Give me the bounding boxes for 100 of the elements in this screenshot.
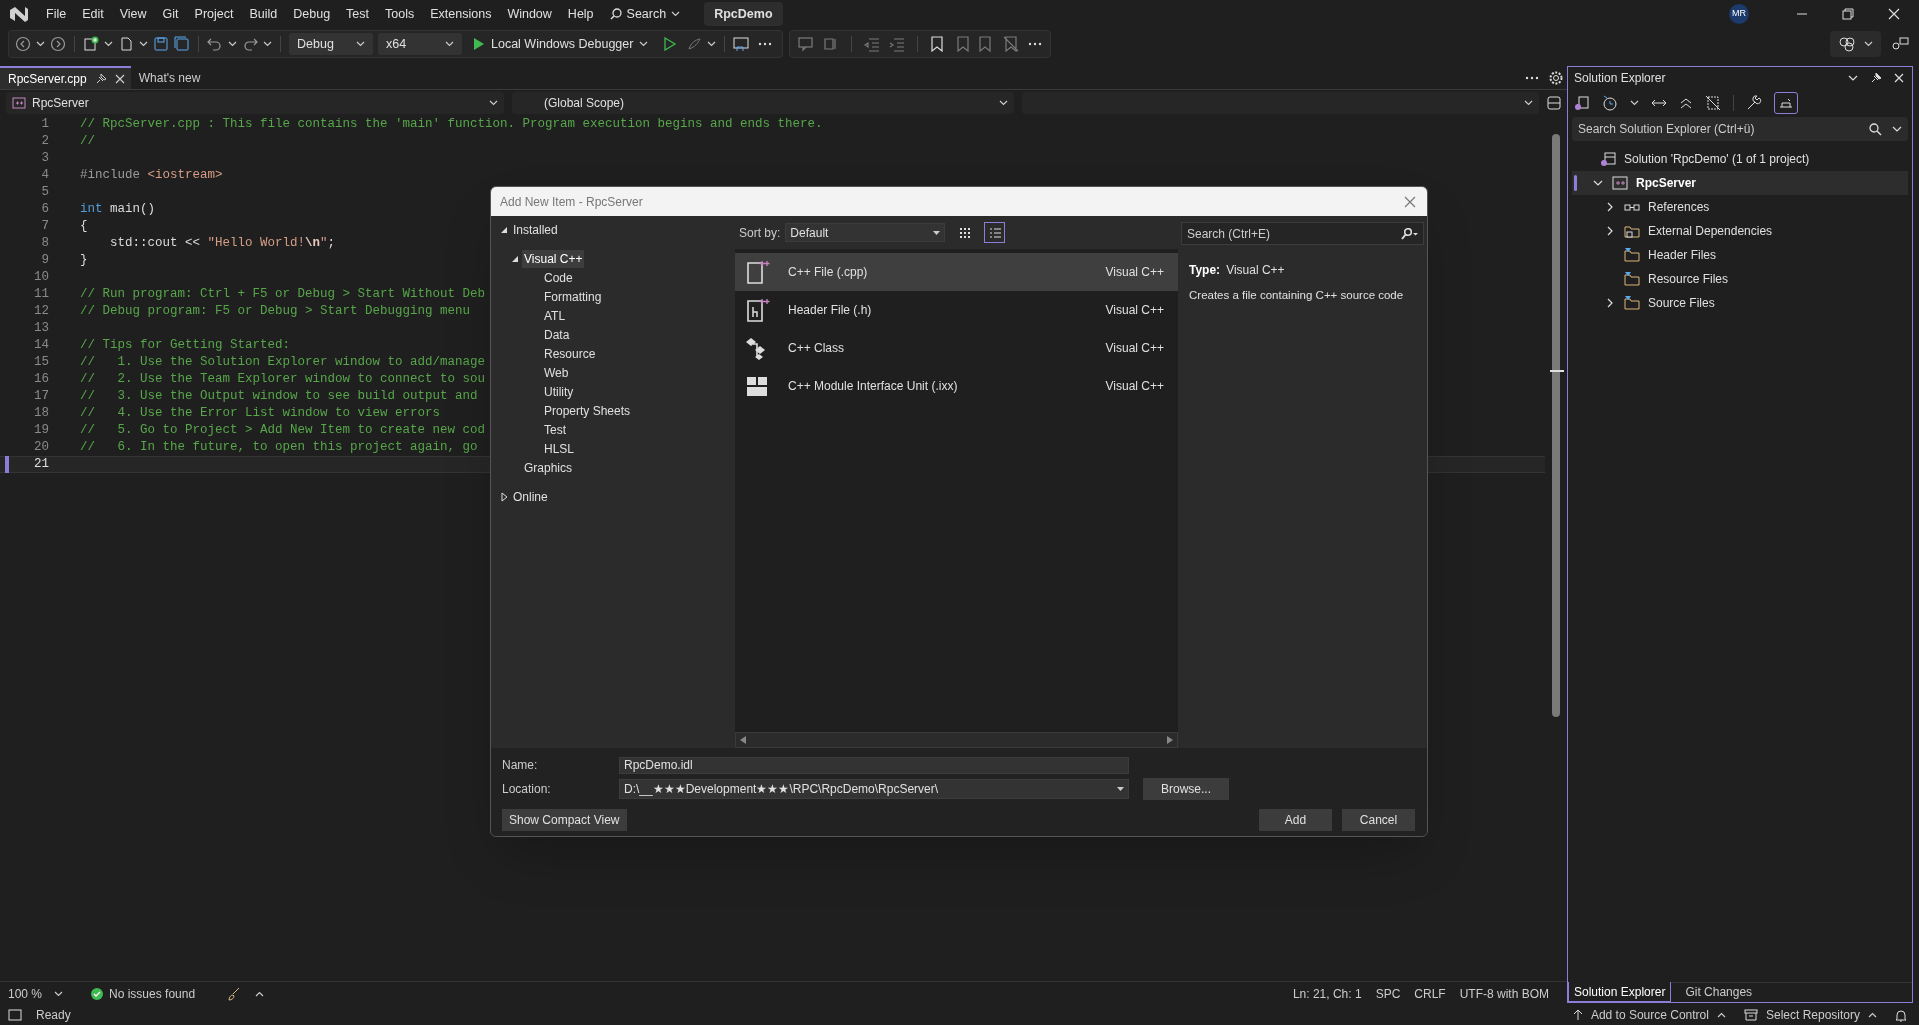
caret-icon[interactable] — [356, 41, 365, 47]
more-icon[interactable] — [1525, 75, 1539, 80]
file-encoding[interactable]: UTF-8 with BOM — [1459, 984, 1549, 1003]
outdent-icon[interactable] — [864, 36, 881, 52]
back-icon[interactable] — [15, 36, 31, 52]
category-item[interactable]: Web — [542, 363, 571, 382]
menu-item[interactable]: Test — [338, 4, 378, 24]
template-item[interactable]: C++ File (.cpp) Visual C++ — [735, 253, 1178, 291]
indent-icon[interactable] — [889, 36, 906, 52]
menu-item[interactable]: Extensions — [422, 4, 500, 24]
configuration-dropdown[interactable]: Debug — [289, 33, 373, 55]
repository-button[interactable]: Select Repository — [1743, 1006, 1877, 1024]
run-without-debugging-icon[interactable] — [663, 37, 678, 51]
caret-icon[interactable] — [707, 41, 717, 47]
save-all-icon[interactable] — [174, 36, 190, 52]
feedback-icon[interactable] — [1891, 36, 1909, 52]
pin-icon[interactable] — [1870, 72, 1882, 84]
more-icon[interactable] — [1028, 42, 1043, 46]
scope-dropdown[interactable]: (Global Scope) — [512, 92, 1014, 114]
menu-item[interactable]: Project — [186, 4, 242, 24]
search-field[interactable]: Search (Ctrl+E) — [1181, 222, 1424, 245]
tree-item[interactable]: Resource Files — [1572, 267, 1908, 291]
caret-icon[interactable] — [639, 41, 649, 47]
project-dropdown[interactable]: RpcServer — [6, 92, 504, 114]
caret-icon[interactable] — [445, 41, 454, 47]
add-button[interactable]: Add — [1259, 809, 1332, 831]
start-debugging-button[interactable]: Local Windows Debugger — [467, 33, 655, 55]
caret-icon[interactable] — [54, 990, 64, 997]
cursor-position[interactable]: Ln: 21, Ch: 1 — [1292, 984, 1362, 1003]
search-field[interactable]: Search Solution Explorer (Ctrl+ü) — [1572, 117, 1908, 141]
caret-icon[interactable] — [36, 41, 45, 47]
search-menu[interactable]: Search — [601, 4, 689, 24]
undo-icon[interactable] — [207, 36, 223, 52]
category-item[interactable]: Visual C++ — [522, 249, 585, 268]
save-icon[interactable] — [153, 36, 169, 52]
horizontal-scrollbar[interactable] — [735, 732, 1178, 748]
list-view-button[interactable] — [984, 222, 1006, 243]
menu-item[interactable]: Git — [154, 4, 187, 24]
preview-button[interactable] — [1774, 92, 1798, 114]
category-item[interactable]: Graphics — [522, 458, 575, 477]
browse-button[interactable]: Browse... — [1143, 778, 1229, 800]
category-item[interactable]: Data — [542, 325, 572, 344]
panel-tab[interactable]: Solution Explorer — [1568, 982, 1672, 1002]
browser-link-icon[interactable] — [733, 36, 750, 52]
category-item[interactable]: HLSL — [542, 439, 577, 458]
search-input[interactable]: Search (Ctrl+E) — [1187, 224, 1400, 243]
tree-item[interactable]: Solution 'RpcDemo' (1 of 1 project) — [1572, 147, 1908, 171]
menu-item[interactable]: Build — [241, 4, 286, 24]
user-avatar[interactable]: MR — [1729, 4, 1749, 24]
caret-icon[interactable] — [671, 11, 681, 17]
menu-item[interactable]: Window — [499, 4, 560, 24]
category-item[interactable]: Online — [511, 487, 550, 506]
bookmark-icon[interactable] — [930, 36, 945, 52]
template-item[interactable]: Header File (.h) Visual C++ — [735, 291, 1178, 329]
template-item[interactable]: C++ Module Interface Unit (.ixx) Visual C++ — [735, 367, 1178, 405]
line-endings[interactable]: CRLF — [1414, 984, 1446, 1003]
cancel-button[interactable]: Cancel — [1342, 809, 1415, 831]
search-input[interactable]: Search Solution Explorer (Ctrl+ü) — [1578, 120, 1869, 138]
tree-item[interactable]: Header Files — [1572, 243, 1908, 267]
split-window-icon[interactable] — [1547, 96, 1561, 110]
sync-icon[interactable] — [1651, 98, 1667, 108]
copilot-button[interactable] — [1830, 31, 1881, 57]
caret-icon[interactable] — [104, 41, 113, 47]
source-control-button[interactable]: Add to Source Control — [1572, 1006, 1726, 1024]
caret-icon[interactable] — [489, 100, 498, 106]
collapsed-arrow-icon[interactable] — [499, 491, 509, 502]
forward-icon[interactable] — [50, 36, 66, 52]
close-icon[interactable] — [114, 73, 125, 84]
category-item[interactable]: Utility — [542, 382, 576, 401]
panel-tab[interactable]: Git Changes — [1671, 982, 1767, 1002]
menu-item[interactable]: Edit — [74, 4, 112, 24]
caret-icon[interactable] — [1524, 100, 1533, 106]
category-item[interactable]: Code — [542, 268, 575, 287]
tree-item[interactable]: External Dependencies — [1572, 219, 1908, 243]
editor-tab[interactable]: RpcServer.cpp — [0, 66, 131, 89]
indentation-mode[interactable]: SPC — [1375, 984, 1401, 1003]
more-icon[interactable] — [758, 42, 773, 46]
caret-icon[interactable] — [139, 41, 148, 47]
caret-icon[interactable] — [263, 41, 272, 47]
history-icon[interactable] — [1602, 95, 1618, 111]
zoom-dropdown[interactable]: 100 % — [8, 984, 64, 1003]
category-item[interactable]: Test — [542, 420, 568, 439]
menu-item[interactable]: File — [38, 4, 75, 24]
category-item[interactable]: Installed — [511, 220, 560, 239]
pin-icon[interactable] — [94, 72, 107, 85]
scrollbar-thumb[interactable] — [1552, 134, 1560, 717]
menu-item[interactable]: Tools — [377, 4, 423, 24]
category-item[interactable]: Formatting — [542, 287, 604, 306]
output-window-icon[interactable] — [8, 1009, 22, 1021]
show-all-files-icon[interactable] — [1705, 95, 1721, 111]
menu-item[interactable]: Debug — [285, 4, 339, 24]
category-item[interactable]: Property Sheets — [542, 401, 633, 420]
new-project-icon[interactable] — [83, 36, 99, 52]
editor-tab[interactable]: What's new — [130, 66, 209, 89]
category-item[interactable]: ATL — [542, 306, 568, 325]
caret-icon[interactable] — [1848, 75, 1858, 81]
open-file-icon[interactable] — [118, 36, 134, 52]
clear-bookmarks-icon[interactable] — [1003, 36, 1020, 52]
tree-item[interactable]: RpcServer — [1572, 171, 1908, 195]
menu-item[interactable]: Help — [559, 4, 602, 24]
